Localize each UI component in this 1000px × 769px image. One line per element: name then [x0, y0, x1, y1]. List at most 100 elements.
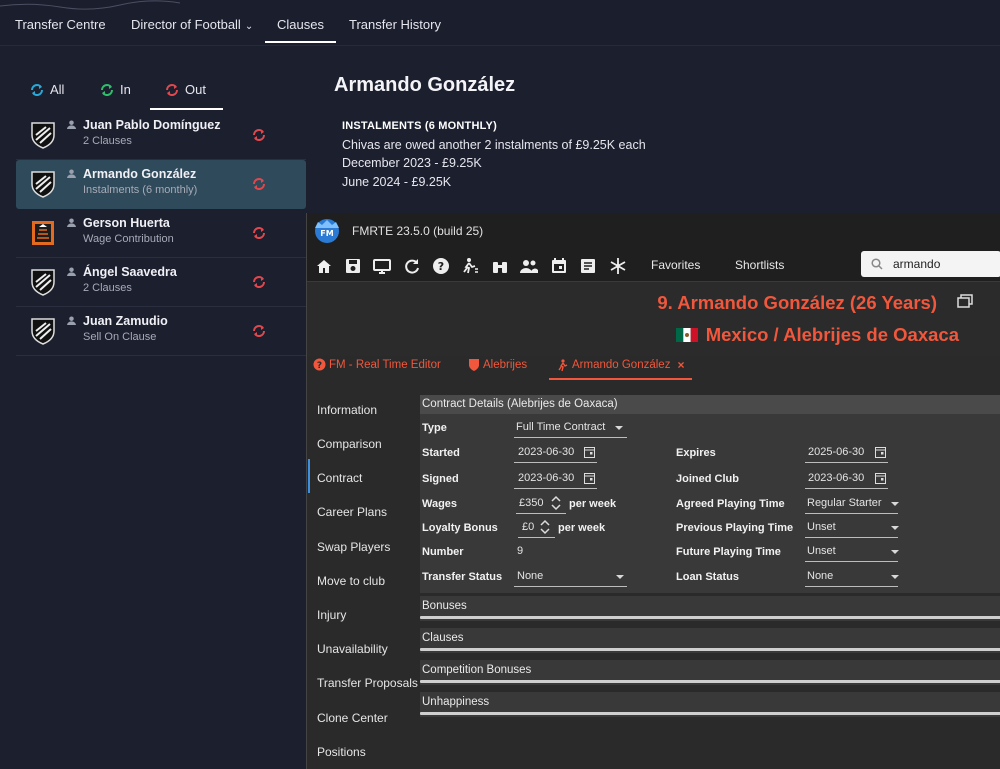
shortlists-link[interactable]: Shortlists — [735, 258, 784, 272]
section-unhappiness[interactable]: Unhappiness — [420, 692, 1000, 717]
top-navigation: Transfer Centre Director of Football ⌄ Cl… — [0, 0, 1000, 46]
loyalty-bonus-input[interactable]: £0 — [522, 521, 534, 533]
snowflake-icon[interactable] — [609, 257, 627, 275]
tab-real-time-editor[interactable]: ? FM - Real Time Editor — [313, 358, 441, 371]
tab-clauses[interactable]: Clauses — [265, 17, 336, 43]
section-competition-bonuses[interactable]: Competition Bonuses — [420, 660, 1000, 685]
shield-icon — [469, 359, 479, 371]
save-icon[interactable] — [344, 257, 362, 275]
joined-date[interactable]: 2023-06-30 — [808, 472, 864, 484]
section-clauses-label: Clauses — [422, 632, 464, 644]
section-clauses[interactable]: Clauses — [420, 628, 1000, 653]
help-icon[interactable]: ? — [432, 257, 450, 275]
calendar-icon[interactable] — [875, 446, 886, 458]
transfer-status-select[interactable]: None — [517, 570, 543, 582]
fmrte-toolbar: ? Favorites Shortlists — [307, 249, 1000, 282]
filter-out-label: Out — [185, 82, 206, 97]
player-name: Gerson Huerta — [83, 216, 170, 230]
nav-swap-players[interactable]: Swap Players — [317, 540, 390, 554]
expires-date[interactable]: 2025-06-30 — [808, 446, 864, 458]
refresh-icon[interactable] — [403, 257, 421, 275]
signed-date[interactable]: 2023-06-30 — [518, 472, 574, 484]
list-item[interactable]: Ángel Saavedra 2 Clauses — [16, 258, 306, 307]
running-player-icon[interactable] — [461, 257, 479, 275]
player-search[interactable] — [861, 251, 1000, 277]
nav-contract[interactable]: Contract — [317, 471, 362, 485]
chevron-down-icon — [891, 575, 899, 579]
tab-player[interactable]: Armando González × — [548, 358, 693, 380]
notes-icon[interactable] — [579, 257, 597, 275]
list-item-selected[interactable]: Armando González Instalments (6 monthly) — [16, 160, 306, 209]
nav-transfer-proposals[interactable]: Transfer Proposals — [317, 676, 418, 690]
started-label: Started — [422, 447, 460, 459]
nav-information[interactable]: Information — [317, 403, 377, 417]
joined-label: Joined Club — [676, 473, 739, 485]
loan-status-label: Loan Status — [676, 571, 739, 583]
list-item[interactable]: Juan Pablo Domínguez 2 Clauses — [16, 111, 306, 160]
home-icon[interactable] — [315, 257, 333, 275]
signed-underline — [514, 488, 597, 489]
nav-unavailability[interactable]: Unavailability — [317, 642, 388, 656]
type-underline — [514, 437, 627, 438]
binoculars-icon[interactable] — [491, 257, 509, 275]
person-icon — [67, 218, 76, 227]
stepper-arrows-icon[interactable] — [551, 494, 561, 512]
nav-career-plans[interactable]: Career Plans — [317, 505, 387, 519]
filter-active-underline — [150, 108, 223, 110]
calendar-icon[interactable] — [875, 472, 886, 484]
nav-injury[interactable]: Injury — [317, 608, 346, 622]
section-unhappiness-label: Unhappiness — [422, 696, 490, 708]
started-date[interactable]: 2023-06-30 — [518, 446, 574, 458]
stepper-arrows-icon[interactable] — [540, 518, 550, 536]
filter-in[interactable]: In — [100, 82, 131, 97]
help-circle-icon: ? — [313, 358, 326, 371]
section-bonuses[interactable]: Bonuses — [420, 596, 1000, 621]
list-item[interactable]: Juan Zamudio Sell On Clause — [16, 307, 306, 356]
wages-input[interactable]: £350 — [519, 497, 543, 509]
calendar-icon[interactable] — [584, 472, 595, 484]
number-value[interactable]: 9 — [517, 545, 523, 557]
future-time-underline — [805, 561, 898, 562]
future-time-select[interactable]: Unset — [807, 545, 836, 557]
tab-director-of-football[interactable]: Director of Football ⌄ — [131, 17, 253, 32]
search-input[interactable] — [893, 255, 993, 273]
player-header-name: 9. Armando González (26 Years) — [657, 292, 937, 313]
tab-transfer-centre[interactable]: Transfer Centre — [15, 17, 106, 32]
player-name: Juan Pablo Domínguez — [83, 118, 221, 132]
filter-out[interactable]: Out — [165, 82, 206, 97]
nav-comparison[interactable]: Comparison — [317, 437, 382, 451]
open-window-icon[interactable] — [957, 294, 973, 308]
tab-director-label: Director of Football — [131, 17, 241, 32]
page-title: Armando González — [334, 74, 516, 96]
joined-underline — [805, 488, 888, 489]
favorites-link[interactable]: Favorites — [651, 258, 700, 272]
close-icon[interactable]: × — [677, 358, 684, 372]
svg-text:?: ? — [438, 260, 444, 273]
tab-club[interactable]: Alebrijes — [468, 358, 527, 371]
club-badge-icon — [31, 269, 55, 296]
chevron-down-icon — [616, 575, 624, 579]
agreed-time-select[interactable]: Regular Starter — [807, 497, 882, 509]
monitor-icon[interactable] — [373, 257, 391, 275]
calendar-icon[interactable] — [584, 446, 595, 458]
clause-player-list: Juan Pablo Domínguez 2 Clauses Armando G… — [16, 111, 306, 356]
previous-time-select[interactable]: Unset — [807, 521, 836, 533]
search-icon — [871, 258, 883, 270]
calendar-icon[interactable] — [550, 257, 568, 275]
clause-summary: Instalments (6 monthly) — [83, 184, 198, 196]
type-select[interactable]: Full Time Contract — [516, 421, 605, 433]
chevron-down-icon — [891, 526, 899, 530]
nav-positions[interactable]: Positions — [317, 745, 366, 759]
tab-label: Alebrijes — [483, 358, 528, 371]
nav-clone-center[interactable]: Clone Center — [317, 711, 388, 725]
nav-move-to-club[interactable]: Move to club — [317, 574, 385, 588]
nav-active-indicator — [308, 459, 310, 493]
list-item[interactable]: Gerson Huerta Wage Contribution — [16, 209, 306, 258]
filter-all[interactable]: All — [30, 82, 64, 97]
tab-transfer-history[interactable]: Transfer History — [349, 17, 441, 32]
agreed-time-label: Agreed Playing Time — [676, 498, 785, 510]
people-icon[interactable] — [520, 257, 538, 275]
loan-status-select[interactable]: None — [807, 570, 833, 582]
chevron-down-icon — [615, 426, 623, 430]
fmrte-titlebar: FM FMRTE 23.5.0 (build 25) — [307, 213, 1000, 249]
